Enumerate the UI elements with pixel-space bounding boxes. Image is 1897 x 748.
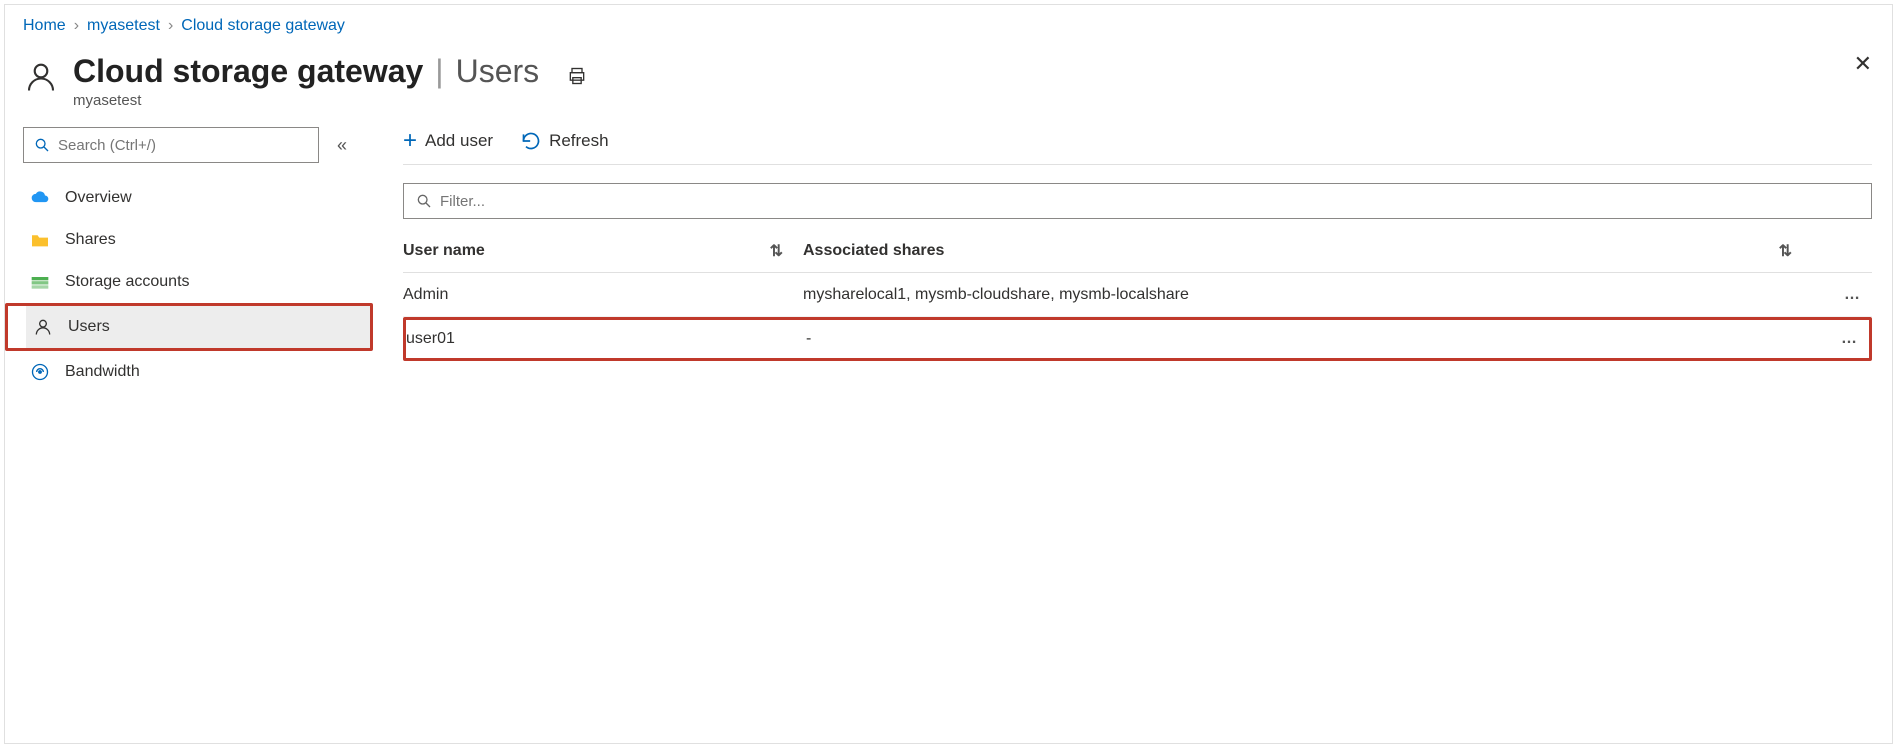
sort-icon[interactable]: ⇅ bbox=[770, 241, 783, 261]
sidebar: « Overview Shares Storage accounts bbox=[5, 127, 373, 393]
chevron-right-icon: › bbox=[74, 17, 79, 35]
cloud-icon bbox=[29, 190, 51, 206]
table-row[interactable]: user01 - … bbox=[403, 317, 1872, 361]
breadcrumb-home[interactable]: Home bbox=[23, 17, 66, 35]
sidebar-item-label: Bandwidth bbox=[65, 363, 140, 381]
page-title: Cloud storage gateway bbox=[73, 53, 423, 90]
print-icon[interactable] bbox=[567, 66, 587, 86]
sidebar-item-label: Storage accounts bbox=[65, 273, 190, 291]
toolbar: + Add user Refresh bbox=[403, 127, 1872, 165]
add-user-button[interactable]: + Add user bbox=[403, 127, 493, 155]
column-header-username[interactable]: User name bbox=[403, 242, 485, 260]
more-icon[interactable]: … bbox=[1841, 330, 1869, 347]
bandwidth-icon bbox=[29, 362, 51, 382]
sidebar-item-label: Shares bbox=[65, 231, 116, 249]
user-icon bbox=[23, 59, 59, 95]
close-icon[interactable]: ✕ bbox=[1854, 51, 1872, 77]
chevron-right-icon: › bbox=[168, 17, 173, 35]
sort-icon[interactable]: ⇅ bbox=[1779, 241, 1792, 261]
table-header: User name ⇅ Associated shares ⇅ bbox=[403, 229, 1872, 273]
collapse-sidebar-icon[interactable]: « bbox=[337, 135, 347, 156]
filter-input[interactable] bbox=[403, 183, 1872, 219]
refresh-button[interactable]: Refresh bbox=[521, 131, 609, 151]
breadcrumb-resource[interactable]: myasetest bbox=[87, 17, 160, 35]
sidebar-item-label: Overview bbox=[65, 189, 132, 207]
refresh-icon bbox=[521, 131, 541, 151]
cell-shares: - bbox=[806, 330, 1809, 348]
cell-shares: mysharelocal1, mysmb-cloudshare, mysmb-l… bbox=[803, 286, 1812, 304]
cell-username: user01 bbox=[406, 330, 806, 348]
breadcrumb: Home › myasetest › Cloud storage gateway bbox=[5, 5, 1892, 43]
sidebar-item-overview[interactable]: Overview bbox=[23, 177, 371, 219]
search-input[interactable] bbox=[23, 127, 319, 163]
page-header: Cloud storage gateway | Users myasetest … bbox=[5, 43, 1892, 127]
search-icon bbox=[34, 137, 50, 153]
column-header-shares[interactable]: Associated shares bbox=[803, 242, 944, 260]
table-row[interactable]: Admin mysharelocal1, mysmb-cloudshare, m… bbox=[403, 273, 1872, 317]
page-subtitle: myasetest bbox=[73, 92, 587, 109]
search-icon bbox=[416, 193, 432, 209]
more-icon[interactable]: … bbox=[1844, 286, 1872, 303]
sidebar-item-shares[interactable]: Shares bbox=[23, 219, 371, 261]
page-section: Users bbox=[456, 53, 540, 90]
sidebar-item-label: Users bbox=[68, 318, 110, 336]
user-icon bbox=[32, 317, 54, 337]
plus-icon: + bbox=[403, 127, 417, 155]
storage-icon bbox=[29, 274, 51, 290]
sidebar-item-storage-accounts[interactable]: Storage accounts bbox=[23, 261, 371, 303]
cell-username: Admin bbox=[403, 286, 803, 304]
sidebar-item-users[interactable]: Users bbox=[26, 306, 370, 348]
main-content: + Add user Refresh bbox=[373, 127, 1892, 393]
sidebar-item-bandwidth[interactable]: Bandwidth bbox=[23, 351, 371, 393]
folder-icon bbox=[29, 232, 51, 248]
breadcrumb-section[interactable]: Cloud storage gateway bbox=[181, 17, 345, 35]
